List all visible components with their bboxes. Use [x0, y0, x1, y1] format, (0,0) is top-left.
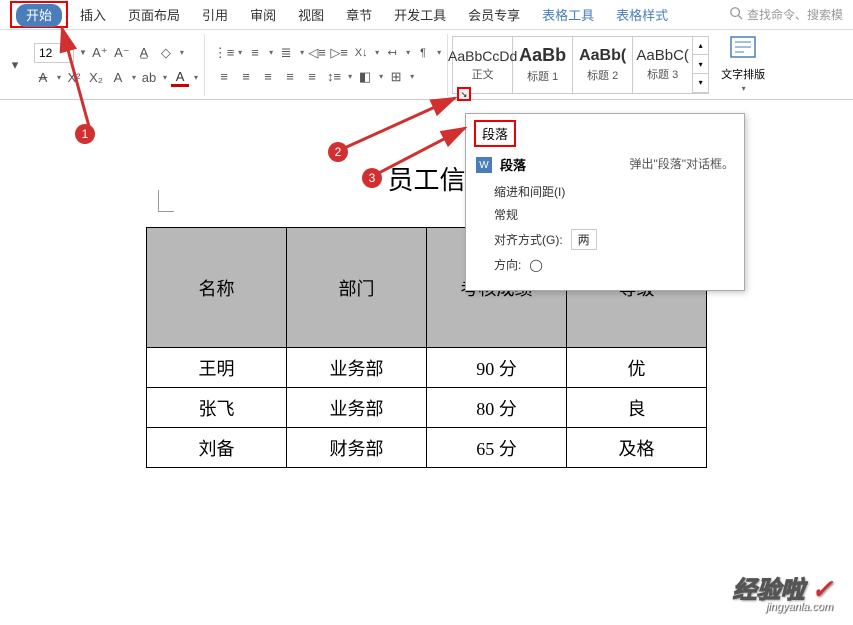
tooltip-heading: 段落 [500, 155, 526, 174]
strikethrough-icon[interactable]: A [34, 69, 52, 87]
scroll-down-icon[interactable]: ▾ [693, 55, 708, 74]
search-placeholder: 查找命令、搜索模 [747, 6, 843, 23]
ribbon-toolbar: ▾ ▼ A⁺ A⁻ A̲ ◇ ▾ A ▾ X² X₂ A ▾ ab ▾ A ▾ … [0, 30, 853, 100]
chevron-down-icon: ▾ [742, 84, 746, 93]
text-effect-icon[interactable]: A [109, 69, 127, 87]
borders-icon[interactable]: ⊞ [387, 68, 405, 86]
indent-tab[interactable]: 缩进和间距(I) [494, 180, 716, 203]
sort-icon[interactable]: X↓ [352, 44, 370, 62]
th-dept[interactable]: 部门 [287, 228, 427, 348]
search-box[interactable]: 查找命令、搜索模 [729, 6, 843, 23]
tab-start-highlight: 开始 [10, 1, 68, 28]
superscript-icon[interactable]: X² [65, 69, 83, 87]
tab-layout[interactable]: 页面布局 [118, 1, 190, 28]
table-row: 王明 业务部 90 分 优 [147, 348, 707, 388]
tab-insert[interactable]: 插入 [70, 1, 116, 28]
paragraph-group: ⋮≡▾ ≡▾ ≣▾ ◁≡ ▷≡ X↓▾ ↤▾ ¶▾ ≡ ≡ ≡ ≡ ≡ ↕≡▾ … [209, 34, 448, 96]
styles-gallery: AaBbCcDd 正文 AaBb 标题 1 AaBb( 标题 2 AaBbC( … [452, 36, 709, 94]
word-icon: W [476, 157, 492, 173]
multilevel-icon[interactable]: ≣ [277, 44, 295, 62]
paragraph-launcher[interactable]: ↘ [457, 87, 471, 101]
decrease-font-icon[interactable]: A⁻ [113, 44, 131, 62]
dropdown-icon[interactable]: ▾ [6, 56, 24, 74]
table-row: 张飞 业务部 80 分 良 [147, 388, 707, 428]
tab-reference[interactable]: 引用 [192, 1, 238, 28]
scroll-expand-icon[interactable]: ▾ [693, 74, 708, 93]
distribute-icon[interactable]: ≡ [303, 68, 321, 86]
style-body[interactable]: AaBbCcDd 正文 [453, 37, 513, 93]
font-group: ▼ A⁺ A⁻ A̲ ◇ ▾ A ▾ X² X₂ A ▾ ab ▾ A ▾ [28, 34, 205, 96]
bullets-icon[interactable]: ⋮≡ [215, 44, 233, 62]
ribbon-tabs: 开始 插入 页面布局 引用 审阅 视图 章节 开发工具 会员专享 表格工具 表格… [0, 0, 853, 30]
watermark: 经验啦 ✓ jingyanla.com [733, 570, 833, 613]
style-heading2[interactable]: AaBb( 标题 2 [573, 37, 633, 93]
tab-member[interactable]: 会员专享 [458, 1, 530, 28]
check-icon: ✓ [811, 574, 833, 604]
paragraph-tooltip: 段落 W 段落 弹出"段落"对话框。 缩进和间距(I) 常规 对齐方式(G): … [465, 113, 745, 291]
font-size-input[interactable] [34, 43, 74, 63]
style-scroll[interactable]: ▴ ▾ ▾ [693, 37, 709, 93]
ltr-icon[interactable]: ↤ [383, 44, 401, 62]
increase-indent-icon[interactable]: ▷≡ [330, 44, 348, 62]
align-right-icon[interactable]: ≡ [259, 68, 277, 86]
show-marks-icon[interactable]: ¶ [414, 44, 432, 62]
align-left-icon[interactable]: ≡ [215, 68, 233, 86]
style-heading1[interactable]: AaBb 标题 1 [513, 37, 573, 93]
table-row: 刘备 财务部 65 分 及格 [147, 428, 707, 468]
tab-view[interactable]: 视图 [288, 1, 334, 28]
line-spacing-icon[interactable]: ↕≡ [325, 68, 343, 86]
tab-review[interactable]: 审阅 [240, 1, 286, 28]
tab-chapter[interactable]: 章节 [336, 1, 382, 28]
tab-dev[interactable]: 开发工具 [384, 1, 456, 28]
align-value[interactable]: 两 [571, 229, 597, 250]
align-label: 对齐方式(G): [494, 231, 563, 248]
tab-start[interactable]: 开始 [16, 4, 62, 27]
align-center-icon[interactable]: ≡ [237, 68, 255, 86]
text-layout-icon [730, 36, 756, 64]
change-case-icon[interactable]: A̲ [135, 44, 153, 62]
font-size-dropdown-icon[interactable]: ▼ [79, 48, 87, 57]
font-color-icon[interactable]: A [171, 69, 189, 87]
th-name[interactable]: 名称 [147, 228, 287, 348]
radio-icon[interactable]: ◯ [529, 258, 542, 272]
badge-3: 3 [362, 168, 382, 188]
tooltip-desc: 弹出"段落"对话框。 [629, 155, 734, 172]
clear-format-icon[interactable]: ◇ [157, 44, 175, 62]
subscript-icon[interactable]: X₂ [87, 69, 105, 87]
scroll-up-icon[interactable]: ▴ [693, 37, 708, 56]
tab-table-tools[interactable]: 表格工具 [532, 1, 604, 28]
decrease-indent-icon[interactable]: ◁≡ [308, 44, 326, 62]
search-icon [729, 6, 743, 23]
tab-table-style[interactable]: 表格样式 [606, 1, 678, 28]
increase-font-icon[interactable]: A⁺ [91, 44, 109, 62]
text-layout-button[interactable]: 文字排版 ▾ [713, 36, 773, 94]
numbering-icon[interactable]: ≡ [246, 44, 264, 62]
tooltip-title: 段落 [474, 120, 516, 147]
style-heading3[interactable]: AaBbC( 标题 3 [633, 37, 693, 93]
direction-label: 方向: [494, 256, 521, 273]
align-justify-icon[interactable]: ≡ [281, 68, 299, 86]
shading-icon[interactable]: ◧ [356, 68, 374, 86]
general-label: 常规 [494, 203, 716, 226]
highlight-icon[interactable]: ab [140, 69, 158, 87]
badge-1: 1 [75, 124, 95, 144]
badge-2: 2 [328, 142, 348, 162]
